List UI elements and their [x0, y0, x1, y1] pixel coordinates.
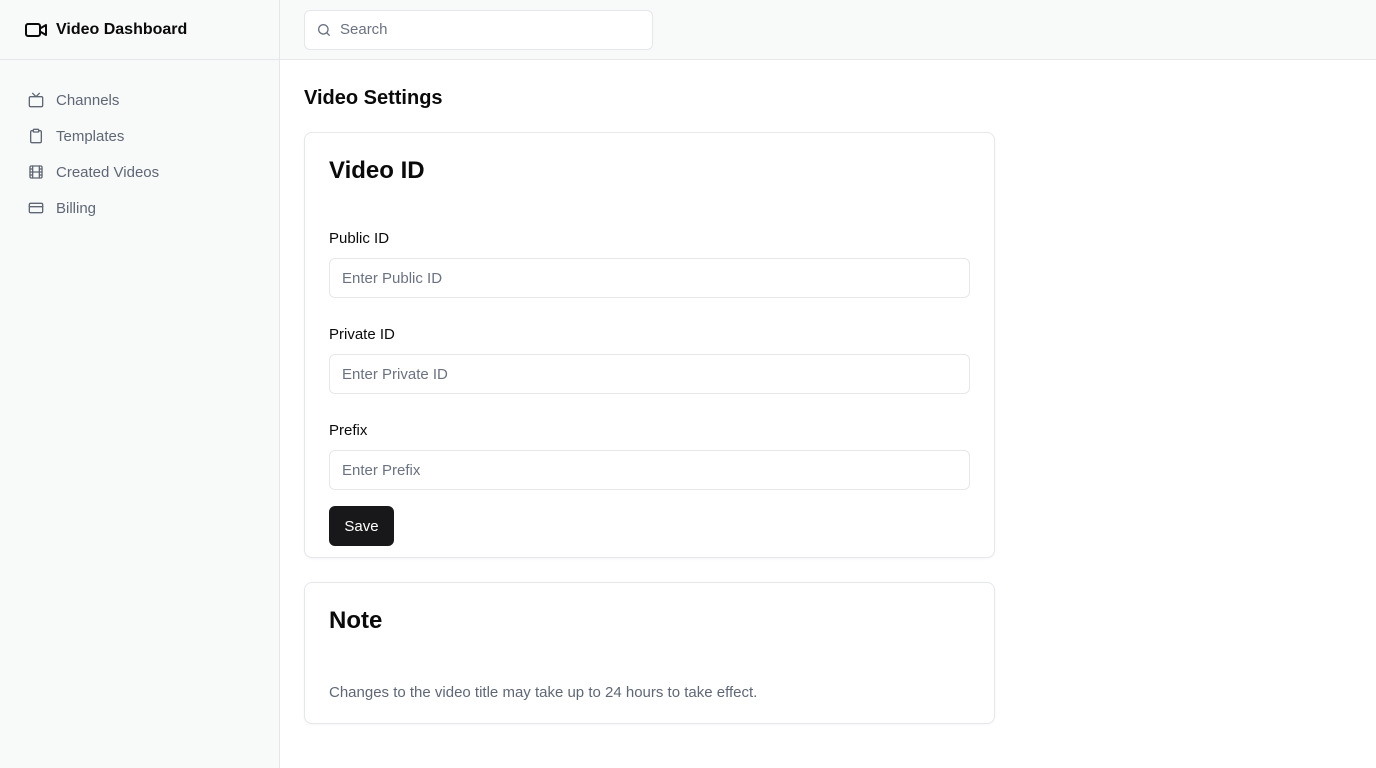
- brand[interactable]: Video Dashboard: [0, 0, 279, 60]
- sidebar-item-label: Created Videos: [56, 163, 160, 181]
- private-id-field: Private ID: [329, 326, 970, 394]
- page-title: Video Settings: [304, 87, 443, 109]
- search-input[interactable]: [340, 21, 630, 38]
- sidebar-item-label: Templates: [56, 127, 125, 145]
- sidebar-item-created-videos[interactable]: Created Videos: [16, 154, 263, 190]
- credit-card-icon: [28, 200, 44, 216]
- card-title: Note: [329, 607, 383, 634]
- prefix-field: Prefix: [329, 422, 970, 490]
- public-id-label: Public ID: [329, 230, 390, 247]
- sidebar-item-templates[interactable]: Templates: [16, 118, 263, 154]
- card-title: Video ID: [329, 157, 425, 184]
- page-content: Video Settings Video ID Public ID Privat…: [280, 60, 1376, 724]
- app-root: Video Dashboard Channels Templates Creat…: [0, 0, 1376, 768]
- note-text: Changes to the video title may take up t…: [329, 684, 758, 701]
- sidebar-item-channels[interactable]: Channels: [16, 82, 263, 118]
- note-card: Note Changes to the video title may take…: [304, 582, 995, 724]
- app-title: Video Dashboard: [56, 20, 188, 38]
- clipboard-icon: [28, 128, 44, 144]
- prefix-input[interactable]: [329, 450, 970, 490]
- sidebar-item-label: Channels: [56, 91, 120, 109]
- tv-icon: [28, 92, 44, 108]
- sidebar-item-label: Billing: [56, 199, 97, 217]
- public-id-field: Public ID: [329, 230, 970, 298]
- save-button[interactable]: Save: [329, 506, 394, 546]
- film-icon: [28, 164, 44, 180]
- search-box[interactable]: [304, 9, 653, 50]
- sidebar-nav: Channels Templates Created Videos Billin…: [0, 60, 279, 226]
- prefix-label: Prefix: [329, 422, 368, 439]
- search-icon: [316, 22, 332, 38]
- top-bar: [280, 0, 1376, 60]
- video-id-form: Public ID Private ID Prefix Save: [329, 230, 970, 546]
- main-area: Video Settings Video ID Public ID Privat…: [280, 0, 1376, 768]
- video-camera-icon: [24, 18, 48, 42]
- private-id-input[interactable]: [329, 354, 970, 394]
- sidebar-item-billing[interactable]: Billing: [16, 190, 263, 226]
- public-id-input[interactable]: [329, 258, 970, 298]
- sidebar: Video Dashboard Channels Templates Creat…: [0, 0, 280, 768]
- video-id-card: Video ID Public ID Private ID Prefix Sav: [304, 132, 995, 558]
- private-id-label: Private ID: [329, 326, 395, 343]
